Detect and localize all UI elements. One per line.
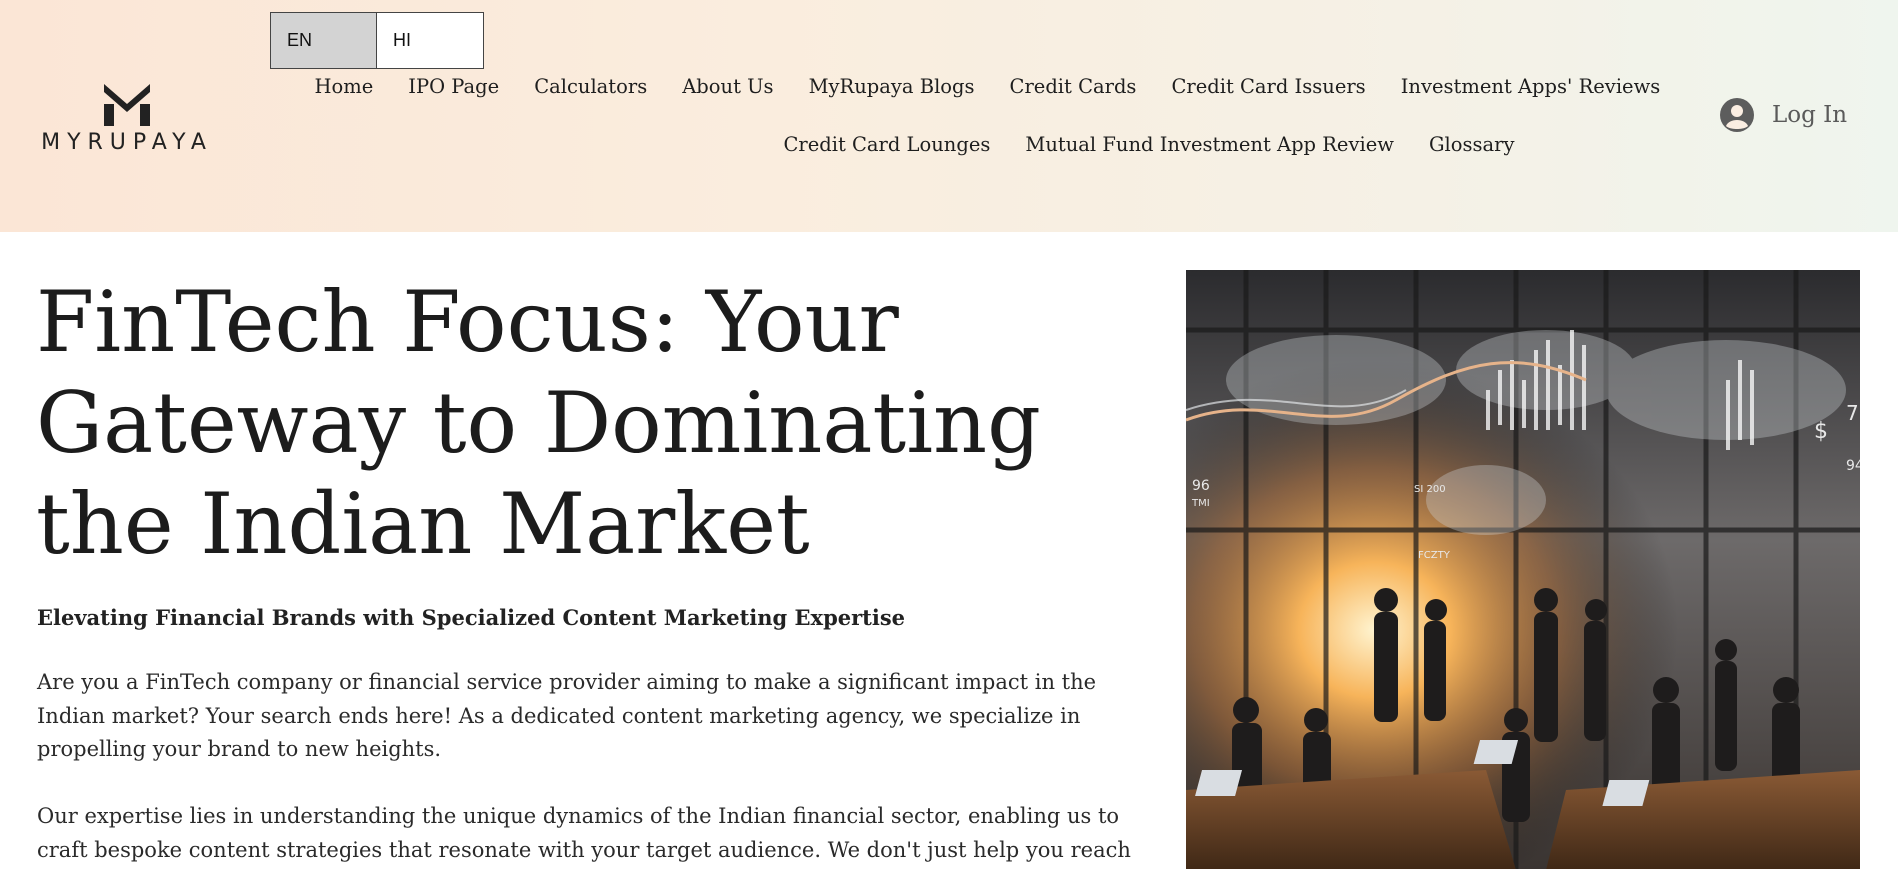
nav-mutual-fund-app-review[interactable]: Mutual Fund Investment App Review (1008, 132, 1412, 158)
image-label: FCZTY (1418, 550, 1451, 561)
intro-paragraph: Are you a FinTech company or financial s… (37, 666, 1137, 767)
nav-credit-card-issuers[interactable]: Credit Card Issuers (1154, 74, 1383, 100)
nav-credit-cards[interactable]: Credit Cards (992, 74, 1154, 100)
site-header: MYRUPAYA EN HI Home IPO Page Calculators… (0, 0, 1898, 232)
nav-home[interactable]: Home (297, 74, 391, 100)
page-title: FinTech Focus: Your Gateway to Dominatin… (36, 272, 1136, 575)
title-line: FinTech Focus: Your (36, 273, 899, 371)
nav-credit-card-lounges[interactable]: Credit Card Lounges (766, 132, 1008, 158)
nav-myrupaya-blogs[interactable]: MyRupaya Blogs (791, 74, 992, 100)
login-button[interactable]: Log In (1720, 98, 1847, 132)
main-nav-row-2: Credit Card Lounges Mutual Fund Investme… (766, 132, 1532, 158)
site-logo[interactable]: MYRUPAYA (28, 80, 226, 155)
nav-ipo-page[interactable]: IPO Page (391, 74, 517, 100)
language-switcher: EN HI (270, 12, 484, 69)
office-illustration: 96 TMI SI 200 FCZTY 94 $ 7( (1186, 270, 1860, 869)
login-label: Log In (1772, 102, 1848, 128)
main-nav-row-1: Home IPO Page Calculators About Us MyRup… (297, 74, 1678, 100)
image-label: 94 (1846, 458, 1860, 474)
nav-investment-apps-reviews[interactable]: Investment Apps' Reviews (1383, 74, 1678, 100)
logo-wordmark: MYRUPAYA (41, 130, 213, 155)
image-label: TMI (1191, 498, 1210, 509)
image-label: 96 (1192, 478, 1210, 494)
lang-hi-button[interactable]: HI (377, 13, 483, 68)
nav-glossary[interactable]: Glossary (1411, 132, 1532, 158)
title-line: Gateway to Dominating (36, 374, 1041, 472)
nav-about-us[interactable]: About Us (665, 74, 791, 100)
image-label: $ (1814, 419, 1828, 444)
paragraph-line: propelling your brand to new heights. (37, 737, 442, 761)
user-avatar-icon (1720, 98, 1754, 132)
paragraph-line: Our expertise lies in understanding the … (37, 804, 1120, 828)
expertise-paragraph: Our expertise lies in understanding the … (37, 800, 1137, 867)
paragraph-line: Indian market? Your search ends here! As… (37, 703, 1081, 728)
title-line: the Indian Market (36, 475, 810, 573)
paragraph-line: craft bespoke content strategies that re… (37, 837, 1131, 862)
hero-subtitle: Elevating Financial Brands with Speciali… (37, 605, 906, 630)
nav-calculators[interactable]: Calculators (517, 74, 665, 100)
image-label: SI 200 (1414, 484, 1446, 495)
myrupaya-m-logo-icon (104, 84, 150, 126)
hero-office-image: 96 TMI SI 200 FCZTY 94 $ 7( (1186, 270, 1860, 869)
lang-en-button[interactable]: EN (271, 13, 377, 68)
paragraph-line: Are you a FinTech company or financial s… (37, 670, 1097, 694)
image-label: 7( (1846, 401, 1860, 425)
